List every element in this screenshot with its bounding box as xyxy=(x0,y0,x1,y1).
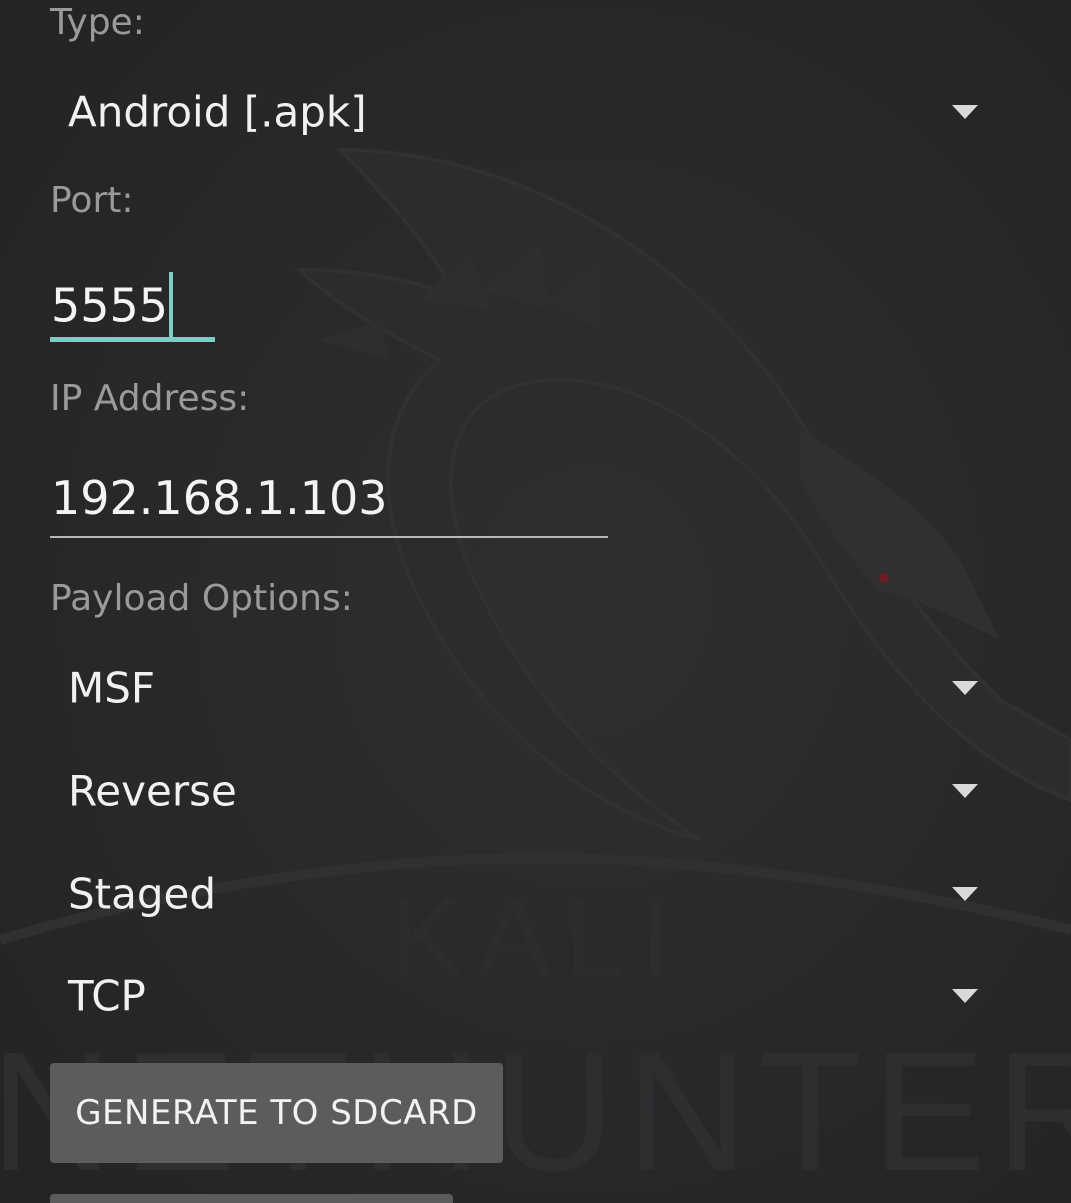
payload-options-label: Payload Options: xyxy=(50,578,353,619)
chevron-down-icon xyxy=(952,989,978,1003)
chevron-down-icon xyxy=(952,681,978,695)
payload-protocol-dropdown[interactable]: TCP xyxy=(50,956,1000,1036)
type-label: Type: xyxy=(50,2,145,43)
port-label: Port: xyxy=(50,180,134,221)
chevron-down-icon xyxy=(952,784,978,798)
chevron-down-icon xyxy=(952,105,978,119)
ip-address-input-value: 192.168.1.103 xyxy=(51,471,388,525)
text-caret xyxy=(169,272,174,338)
port-input-value: 5555 xyxy=(51,278,169,333)
dragon-eye-shape xyxy=(879,573,889,583)
ip-address-input[interactable]: 192.168.1.103 xyxy=(50,470,608,538)
payload-stage-dropdown[interactable]: Staged xyxy=(50,854,1000,934)
payload-stage-value: Staged xyxy=(68,869,217,919)
ip-address-label: IP Address: xyxy=(50,378,250,419)
payload-protocol-value: TCP xyxy=(68,971,146,1021)
payload-connection-dropdown[interactable]: Reverse xyxy=(50,751,1000,831)
port-input[interactable]: 5555 xyxy=(50,262,215,342)
payload-framework-value: MSF xyxy=(68,663,156,713)
ip-address-input-underline xyxy=(50,536,608,538)
type-dropdown-value: Android [.apk] xyxy=(68,87,367,137)
chevron-down-icon xyxy=(952,887,978,901)
next-button-partial[interactable] xyxy=(50,1194,453,1203)
type-dropdown[interactable]: Android [.apk] xyxy=(50,72,1000,152)
payload-framework-dropdown[interactable]: MSF xyxy=(50,648,1000,728)
payload-connection-value: Reverse xyxy=(68,766,237,816)
generate-to-sdcard-button[interactable]: GENERATE TO SDCARD xyxy=(50,1063,503,1163)
port-input-underline xyxy=(50,337,215,342)
